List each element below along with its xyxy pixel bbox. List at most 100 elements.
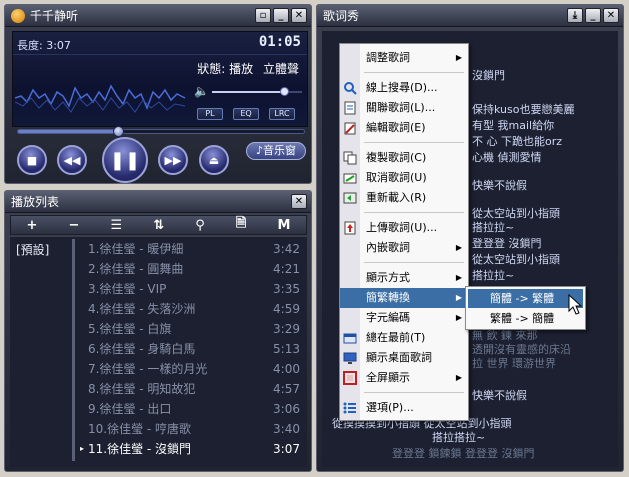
playlist-add-button[interactable]: +	[27, 218, 38, 233]
elapsed-time: 01:05	[258, 34, 301, 50]
menu-item-label: 線上搜尋(D)...	[366, 81, 438, 94]
stop-button[interactable]: ■	[17, 145, 47, 175]
menu-item[interactable]: 內嵌歌詞 ▶	[340, 238, 468, 258]
playlist-toolbar: + − ☰ ⇅ ⚲ 🗎 M	[10, 215, 307, 235]
lyric-close-button[interactable]: ✕	[603, 8, 619, 23]
track-row[interactable]: 1.徐佳瑩 - 暖伊細 3:42	[82, 239, 302, 259]
menu-item[interactable]: 簡繁轉換 ▶	[340, 288, 468, 308]
player-titlebar[interactable]: 千千静听 ▫ _ ✕	[5, 5, 311, 27]
track-row[interactable]: 5.徐佳瑩 - 白旗 3:29	[82, 319, 302, 339]
playlist-list-button[interactable]: ☰	[111, 218, 123, 233]
menu-item-label: 選項(P)...	[366, 401, 414, 414]
submenu-arrow-icon: ▶	[455, 373, 462, 382]
lyric-context-menu: 調整歌詞 ▶ 線上搜尋(D)... 關聯歌詞(L)... 編輯歌詞(E) 複製歌詞(C) 取…	[339, 43, 469, 421]
lyric-line: 搭拉搭拉~	[432, 431, 486, 444]
menu-item[interactable]: 總在最前(T)	[340, 328, 468, 348]
track-row[interactable]: 10.徐佳瑩 - 哼唐歌 3:40	[82, 419, 302, 439]
menu-item-label: 簡繁轉換	[366, 291, 410, 304]
upload-icon	[343, 221, 357, 235]
seek-knob[interactable]	[113, 126, 125, 137]
music-window-button[interactable]: ♪音乐窗	[246, 142, 306, 160]
mouse-cursor-icon	[568, 294, 582, 315]
menu-separator	[364, 212, 464, 213]
lyric-line: 不 心 下跪也能orz	[472, 135, 563, 148]
menu-item-label: 取消歌詞(U)	[366, 171, 427, 184]
close-button[interactable]: ✕	[291, 8, 307, 23]
playlist-titlebar[interactable]: 播放列表 ✕	[5, 191, 311, 213]
menu-item[interactable]: 上傳歌詞(U)...	[340, 218, 468, 238]
track-title: 2.徐佳瑩 - 圓舞曲	[88, 262, 184, 276]
menu-item-label: 關聯歌詞(L)...	[366, 101, 436, 114]
pause-button[interactable]: ❚❚	[102, 137, 148, 183]
menu-item[interactable]: 調整歌詞 ▶	[340, 48, 468, 68]
menu-item-label: 編輯歌詞(E)	[366, 121, 426, 134]
playlist-divider[interactable]	[72, 239, 75, 461]
lyric-title: 歌词秀	[323, 9, 360, 23]
track-duration: 4:59	[273, 302, 300, 316]
music-window-label: 音乐窗	[263, 144, 297, 157]
panel-toggle-pl[interactable]: PL	[197, 108, 223, 120]
track-duration: 3:29	[273, 322, 300, 336]
track-row[interactable]: 8.徐佳瑩 - 明知故犯 4:57	[82, 379, 302, 399]
menu-item[interactable]: 選項(P)...	[340, 398, 468, 418]
track-row[interactable]: 9.徐佳瑩 - 出口 3:06	[82, 399, 302, 419]
playlist-search-button[interactable]: ⚲	[195, 218, 205, 233]
desktop-icon	[343, 351, 357, 365]
menu-item[interactable]: 顯示桌面歌詞	[340, 348, 468, 368]
minimode-button[interactable]: ▫	[255, 8, 271, 23]
minimize-button[interactable]: _	[273, 8, 289, 23]
track-length: 長度: 3:07	[17, 39, 71, 52]
track-row[interactable]: 2.徐佳瑩 - 圓舞曲 4:21	[82, 259, 302, 279]
track-row[interactable]: 7.徐佳瑩 - 一樣的月光 4:00	[82, 359, 302, 379]
track-title: 5.徐佳瑩 - 白旗	[88, 322, 172, 336]
eject-button[interactable]: ⏏	[199, 145, 229, 175]
track-row[interactable]: 3.徐佳瑩 - VIP 3:35	[82, 279, 302, 299]
menu-item[interactable]: 取消歌詞(U)	[340, 168, 468, 188]
submenu-arrow-icon: ▶	[455, 53, 462, 62]
submenu-item[interactable]: 簡體 -> 繁體	[468, 289, 583, 308]
menu-item[interactable]: 編輯歌詞(E)	[340, 118, 468, 138]
seek-bar[interactable]	[17, 126, 305, 137]
volume-icon[interactable]: 🔈	[194, 84, 209, 98]
menu-item[interactable]: 複製歌詞(C)	[340, 148, 468, 168]
panel-toggle-lrc[interactable]: LRC	[269, 108, 295, 120]
playlist-file-button[interactable]: 🗎	[236, 214, 246, 236]
track-row[interactable]: 4.徐佳瑩 - 失落沙洲 4:59	[82, 299, 302, 319]
track-row[interactable]: ▸ 11.徐佳瑩 - 沒鎖門 3:07	[80, 439, 302, 459]
menu-item[interactable]: 顯示方式 ▶	[340, 268, 468, 288]
menu-item[interactable]: 字元編碼 ▶	[340, 308, 468, 328]
previous-button[interactable]: ◀◀	[57, 145, 87, 175]
options-icon	[343, 401, 357, 415]
lyric-download-button[interactable]: ⤓	[567, 8, 583, 23]
lyric-minimize-button[interactable]: _	[585, 8, 601, 23]
link-icon	[343, 101, 357, 115]
menu-separator	[364, 72, 464, 73]
menu-item[interactable]: 重新載入(R)	[340, 188, 468, 208]
lyric-line: 登登登 鎖鍊鎖 登登登 沒鎖門	[392, 447, 535, 460]
reload-icon	[343, 191, 357, 205]
track-title: 9.徐佳瑩 - 出口	[88, 402, 172, 416]
playlist-mode-button[interactable]: M	[277, 218, 290, 233]
lyric-line: 沒鎖門	[472, 69, 505, 82]
playlist-remove-button[interactable]: −	[69, 218, 80, 233]
menu-separator	[364, 392, 464, 393]
track-row[interactable]: 6.徐佳瑩 - 身騎白馬 5:13	[82, 339, 302, 359]
volume-slider[interactable]	[212, 87, 302, 96]
panel-toggle-group: PL EQ LRC	[197, 108, 295, 120]
menu-item[interactable]: 全屏顯示 ▶	[340, 368, 468, 388]
track-duration: 3:06	[273, 402, 300, 416]
submenu-arrow-icon: ▶	[455, 293, 462, 302]
lyric-line: 搭拉拉~	[472, 269, 515, 282]
volume-knob[interactable]	[280, 87, 289, 96]
menu-item[interactable]: 線上搜尋(D)...	[340, 78, 468, 98]
playlist-sort-button[interactable]: ⇅	[153, 218, 164, 233]
next-button[interactable]: ▶▶	[158, 145, 188, 175]
app-logo-icon	[11, 8, 25, 23]
menu-item-label: 全屏顯示	[366, 371, 410, 384]
panel-toggle-eq[interactable]: EQ	[233, 108, 259, 120]
lyric-titlebar[interactable]: 歌词秀 ⤓ _ ✕	[317, 5, 623, 27]
submenu-item[interactable]: 繁體 -> 簡體	[468, 309, 583, 328]
playlist-close-button[interactable]: ✕	[291, 194, 307, 209]
menu-item[interactable]: 關聯歌詞(L)...	[340, 98, 468, 118]
playlist-group-default[interactable]: [預設]	[16, 241, 49, 258]
